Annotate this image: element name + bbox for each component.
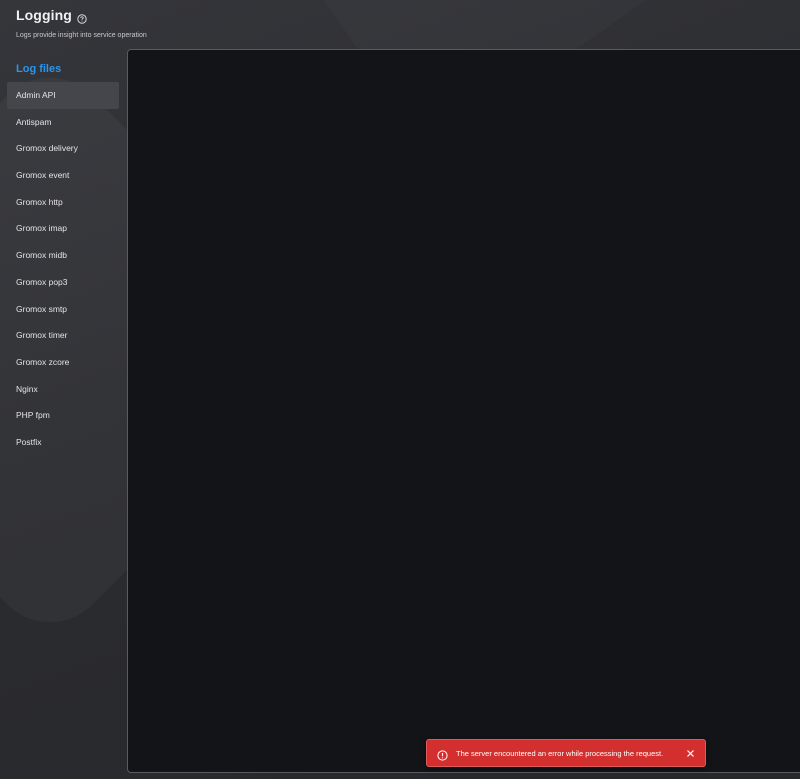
sidebar-heading: Log files [16, 63, 62, 75]
close-icon[interactable] [683, 746, 697, 760]
help-circle-icon[interactable] [77, 11, 87, 24]
sidebar-item-gromox-http[interactable]: Gromox http [7, 189, 119, 216]
sidebar-item-php-fpm[interactable]: PHP fpm [7, 402, 119, 429]
sidebar-item-gromox-zcore[interactable]: Gromox zcore [7, 349, 119, 376]
sidebar-item-admin-api[interactable]: Admin API [7, 82, 119, 109]
sidebar-item-gromox-event[interactable]: Gromox event [7, 162, 119, 189]
sidebar-item-gromox-imap[interactable]: Gromox imap [7, 215, 119, 242]
sidebar-item-gromox-timer[interactable]: Gromox timer [7, 322, 119, 349]
logging-page: Logging Logs provide insight into servic… [0, 0, 800, 779]
error-toast: The server encountered an error while pr… [426, 739, 706, 767]
log-viewer-panel[interactable] [127, 49, 800, 773]
log-files-sidebar: Log files Admin API Antispam Gromox deli… [7, 58, 119, 456]
sidebar-item-nginx[interactable]: Nginx [7, 376, 119, 403]
page-subtitle: Logs provide insight into service operat… [16, 32, 147, 39]
page-header: Logging Logs provide insight into servic… [16, 7, 147, 39]
title-row: Logging [16, 7, 147, 24]
sidebar-item-gromox-delivery[interactable]: Gromox delivery [7, 135, 119, 162]
error-outline-icon [437, 748, 448, 761]
error-toast-message: The server encountered an error while pr… [456, 748, 664, 758]
sidebar-item-gromox-smtp[interactable]: Gromox smtp [7, 296, 119, 323]
page-title: Logging [16, 7, 72, 23]
sidebar-item-gromox-midb[interactable]: Gromox midb [7, 242, 119, 269]
sidebar-item-gromox-pop3[interactable]: Gromox pop3 [7, 269, 119, 296]
sidebar-item-postfix[interactable]: Postfix [7, 429, 119, 456]
sidebar-item-antispam[interactable]: Antispam [7, 109, 119, 136]
